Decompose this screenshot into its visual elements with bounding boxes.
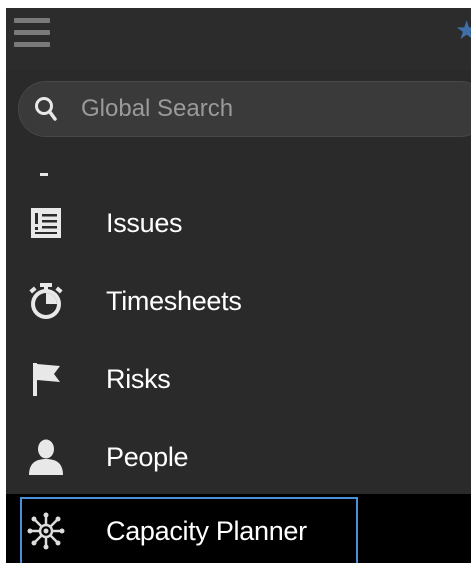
sidebar-item-risks[interactable]: Risks bbox=[6, 342, 471, 416]
sidebar-item-label: Risks bbox=[106, 364, 171, 394]
sidebar-item-label: Timesheets bbox=[106, 286, 242, 316]
sidebar-item-timesheets[interactable]: Timesheets bbox=[6, 264, 471, 338]
sidebar-item-label: Issues bbox=[106, 208, 183, 238]
collapsed-item-indicator bbox=[40, 173, 48, 176]
global-search-box[interactable] bbox=[18, 81, 471, 137]
person-icon bbox=[29, 439, 63, 475]
issues-icon bbox=[31, 208, 61, 238]
flag-icon bbox=[33, 363, 60, 396]
sidebar-panel: ★ Issues bbox=[6, 8, 471, 563]
sidebar-item-label: People bbox=[106, 442, 189, 472]
sidebar-header: ★ bbox=[6, 8, 471, 70]
global-search-input[interactable] bbox=[81, 82, 471, 136]
capacity-planner-icon bbox=[27, 512, 65, 550]
stopwatch-icon bbox=[29, 283, 63, 319]
sidebar-item-capacity-planner[interactable]: Capacity Planner bbox=[6, 494, 471, 563]
sidebar-item-label: Capacity Planner bbox=[106, 516, 307, 546]
search-icon bbox=[35, 97, 57, 121]
sidebar-item-people[interactable]: People bbox=[6, 420, 471, 494]
app-frame: ★ Issues bbox=[0, 0, 471, 563]
star-icon[interactable]: ★ bbox=[455, 16, 471, 44]
hamburger-menu-icon[interactable] bbox=[14, 18, 50, 50]
sidebar-item-issues[interactable]: Issues bbox=[6, 186, 471, 260]
